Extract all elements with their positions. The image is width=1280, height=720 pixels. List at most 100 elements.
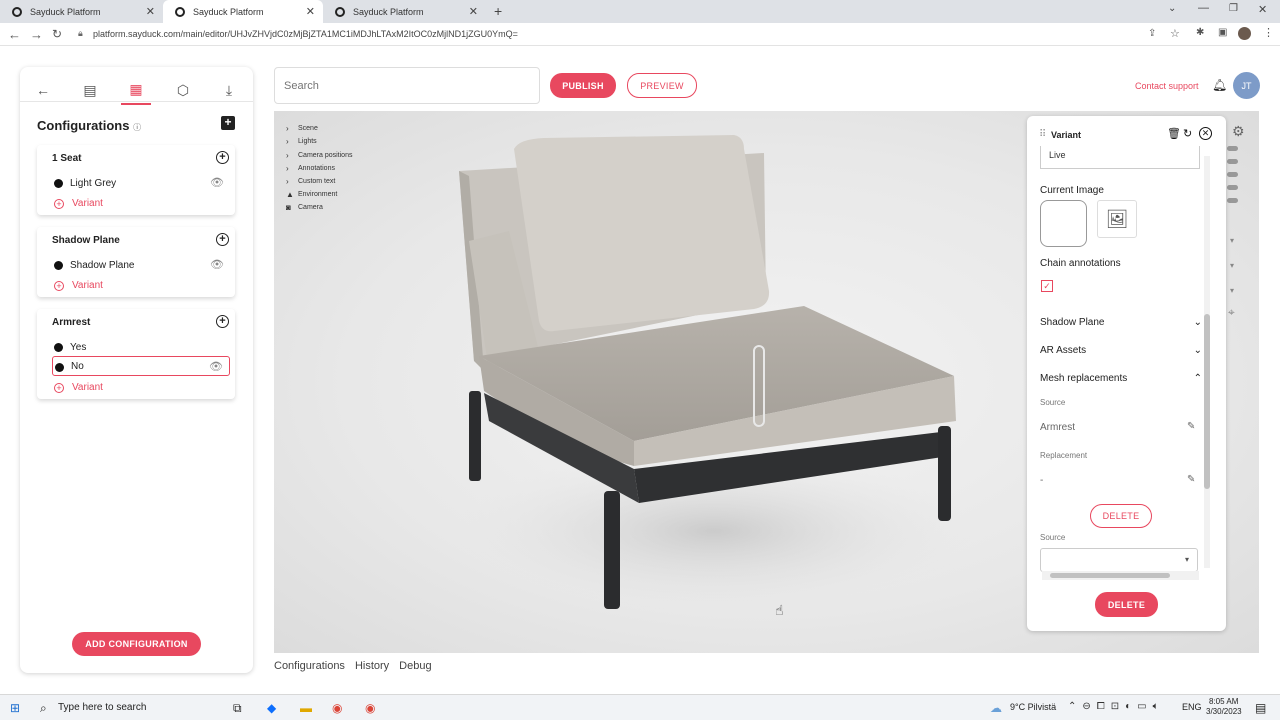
search-input[interactable] <box>274 67 540 104</box>
language-indicator[interactable]: ENG <box>1182 702 1202 712</box>
contact-support-link[interactable]: Contact support <box>1135 81 1199 91</box>
url-field[interactable]: platform.sayduck.com/main/editor/UHJvZHV… <box>93 29 518 39</box>
share-icon[interactable]: ⇪ <box>1148 28 1156 39</box>
weather-text[interactable]: 9°C Pilvistä <box>1010 702 1056 712</box>
extensions-icon[interactable]: ✱ <box>1196 27 1204 38</box>
section-shadow-plane[interactable]: Shadow Plane <box>1040 317 1105 328</box>
refresh-icon[interactable]: ↻ <box>1183 127 1192 140</box>
preview-button[interactable]: PREVIEW <box>627 73 697 98</box>
chevron-down-icon[interactable]: ⌄ <box>1194 345 1202 356</box>
bell-icon[interactable]: 🔔︎ <box>1212 78 1227 92</box>
back-icon[interactable]: ← <box>8 27 21 42</box>
tab-search-icon[interactable]: ⌄ <box>1168 3 1176 14</box>
notifications-icon[interactable]: ▤ <box>1255 701 1266 715</box>
add-variant-button[interactable]: + Variant <box>54 280 103 291</box>
minimize-icon[interactable]: — <box>1198 2 1209 14</box>
toggle[interactable] <box>1227 198 1238 203</box>
task-view-icon[interactable]: ⧉ <box>233 701 242 716</box>
drag-handle-icon[interactable]: ⠿ <box>1039 129 1046 140</box>
toggle[interactable] <box>1227 172 1238 177</box>
lock-icon[interactable]: 🔒︎ <box>78 28 83 39</box>
chevron-down-icon[interactable]: ▾ <box>1230 236 1234 245</box>
close-tab-icon[interactable]: ✕ <box>306 5 315 18</box>
browser-tab-active[interactable]: Sayduck Platform ✕ <box>163 0 323 23</box>
add-configuration-button[interactable]: ADD CONFIGURATION <box>72 632 201 656</box>
taskbar-search-input[interactable]: Type here to search <box>58 702 146 713</box>
forward-icon[interactable]: → <box>30 27 43 42</box>
scrollbar-thumb[interactable] <box>1050 573 1170 578</box>
eye-icon[interactable]: 👁︎ <box>210 176 224 189</box>
section-ar-assets[interactable]: AR Assets <box>1040 345 1086 356</box>
add-option-icon[interactable]: + <box>216 151 229 164</box>
pencil-icon[interactable]: ✎ <box>1187 474 1195 485</box>
toggle[interactable] <box>1227 159 1238 164</box>
clock-time[interactable]: 8:05 AM <box>1209 697 1238 706</box>
delete-mesh-button[interactable]: DELETE <box>1090 504 1152 528</box>
option-item[interactable]: Yes <box>52 337 230 357</box>
tree-item-scene[interactable]: › Scene <box>286 124 318 133</box>
restore-icon[interactable]: ❐ <box>1229 3 1238 14</box>
sidepanel-icon[interactable]: ▣ <box>1218 27 1227 38</box>
eye-icon[interactable]: 👁︎ <box>210 258 224 271</box>
tab-history[interactable]: History <box>355 660 389 672</box>
horizontal-scrollbar[interactable] <box>1042 571 1199 580</box>
option-item-selected[interactable]: No 👁︎ <box>52 356 230 376</box>
tray-icons[interactable]: ⌃⊖⧠⊡◐▭🔈︎ <box>1068 701 1165 712</box>
chrome-icon[interactable]: ◉ <box>332 701 342 715</box>
add-variant-button[interactable]: + Variant <box>54 198 103 209</box>
eye-icon[interactable]: 👁︎ <box>209 360 223 373</box>
option-item[interactable]: Shadow Plane 👁︎ <box>52 255 230 275</box>
tab-configurations[interactable]: Configurations <box>274 660 345 672</box>
chevron-down-icon[interactable]: ▾ <box>1230 286 1234 295</box>
browser-tab[interactable]: Sayduck Platform ✕ <box>323 0 486 23</box>
chevron-up-icon[interactable]: ⌃ <box>1194 373 1202 384</box>
folder-icon[interactable]: ▬ <box>300 701 312 715</box>
avatar[interactable]: JT <box>1233 72 1260 99</box>
add-image-icon[interactable]: 🖼︎ <box>1097 200 1137 238</box>
new-tab-icon[interactable]: + <box>494 3 502 19</box>
tree-item-custom-text[interactable]: › Custom text <box>286 177 335 186</box>
bookmark-star-icon[interactable]: ☆ <box>1170 27 1180 40</box>
tree-item-lights[interactable]: › Lights <box>286 137 317 146</box>
chain-annotations-checkbox[interactable]: ✓ <box>1041 280 1053 292</box>
current-image-thumbnail[interactable] <box>1040 200 1087 247</box>
delete-variant-button[interactable]: DELETE <box>1095 592 1158 617</box>
close-tab-icon[interactable]: ✕ <box>146 5 155 18</box>
toggle[interactable] <box>1227 146 1238 151</box>
add-option-icon[interactable]: + <box>216 233 229 246</box>
browser-tab[interactable]: Sayduck Platform ✕ <box>0 0 163 23</box>
add-library-icon[interactable]: + <box>221 116 235 130</box>
toggle[interactable] <box>1227 185 1238 190</box>
tab-debug[interactable]: Debug <box>399 660 431 672</box>
dropbox-icon[interactable]: ◆ <box>267 701 276 715</box>
status-select[interactable]: Live <box>1040 146 1200 169</box>
clock-date[interactable]: 3/30/2023 <box>1206 707 1242 716</box>
chevron-down-icon[interactable]: ⌄ <box>1194 317 1202 328</box>
close-icon[interactable]: ✕ <box>1199 127 1212 140</box>
browser-menu-icon[interactable]: ⋮ <box>1263 26 1274 39</box>
vertical-scrollbar[interactable] <box>1204 156 1210 568</box>
publish-button[interactable]: PUBLISH <box>550 73 616 98</box>
gear-icon[interactable]: ⚙︎ <box>1232 123 1245 140</box>
section-mesh-replacements[interactable]: Mesh replacements <box>1040 373 1127 384</box>
chevron-down-icon[interactable]: ▾ <box>1230 261 1234 270</box>
source-select[interactable]: ▾ <box>1040 548 1198 572</box>
reload-icon[interactable]: ↻ <box>52 27 62 41</box>
tree-item-camera[interactable]: ◙ Camera <box>286 203 323 212</box>
option-item[interactable]: Light Grey 👁︎ <box>52 173 230 193</box>
close-window-icon[interactable]: ✕ <box>1258 3 1267 16</box>
profile-avatar[interactable] <box>1238 27 1251 40</box>
close-tab-icon[interactable]: ✕ <box>469 5 478 18</box>
axes-icon[interactable]: ⌖ <box>1228 305 1235 320</box>
trash-icon[interactable]: 🗑︎ <box>1167 127 1181 140</box>
search-icon[interactable]: ⌕ <box>40 701 47 716</box>
add-option-icon[interactable]: + <box>216 315 229 328</box>
help-icon[interactable]: ⓘ <box>133 123 141 132</box>
tree-item-camera-positions[interactable]: › Camera positions <box>286 151 352 160</box>
tree-item-annotations[interactable]: › Annotations <box>286 164 335 173</box>
scrollbar-thumb[interactable] <box>1204 314 1210 489</box>
pencil-icon[interactable]: ✎ <box>1187 421 1195 432</box>
add-variant-button[interactable]: + Variant <box>54 382 103 393</box>
windows-start-icon[interactable]: ⊞ <box>10 701 20 715</box>
tree-item-environment[interactable]: ▲ Environment <box>286 190 337 199</box>
